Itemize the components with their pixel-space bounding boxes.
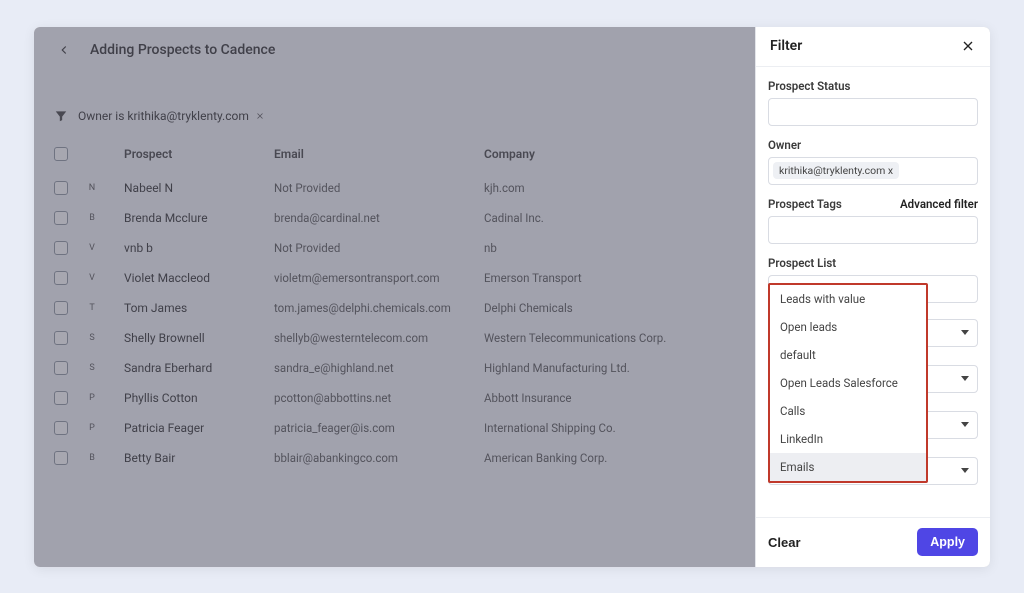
chevron-down-icon: [961, 468, 969, 473]
avatar-letter: T: [84, 300, 100, 316]
filter-panel: Filter Prospect Status Owner krithika@tr…: [755, 27, 990, 567]
prospect-name: Brenda Mcclure: [124, 211, 274, 225]
prospect-email: tom.james@delphi.chemicals.com: [274, 301, 484, 315]
chevron-left-icon: [57, 43, 71, 57]
avatar-letter: V: [84, 270, 100, 286]
dropdown-option[interactable]: Calls: [770, 397, 926, 425]
back-button[interactable]: [52, 38, 76, 62]
filter-panel-header: Filter: [756, 27, 990, 67]
avatar-letter: S: [84, 360, 100, 376]
dropdown-option[interactable]: Leads with value: [770, 285, 926, 313]
prospect-email: patricia_feager@is.com: [274, 421, 484, 435]
prospect-email: violetm@emersontransport.com: [274, 271, 484, 285]
row-checkbox[interactable]: [54, 241, 68, 255]
field-prospect-tags: Prospect Tags Advanced filter: [768, 197, 978, 244]
avatar-letter: N: [84, 180, 100, 196]
prospect-email: Not Provided: [274, 241, 484, 255]
dropdown-option[interactable]: LinkedIn: [770, 425, 926, 453]
row-checkbox[interactable]: [54, 301, 68, 315]
prospect-name: Shelly Brownell: [124, 331, 274, 345]
avatar-letter: B: [84, 210, 100, 226]
input-prospect-tags[interactable]: [768, 216, 978, 244]
chevron-down-icon: [961, 330, 969, 335]
dropdown-option[interactable]: Emails: [770, 453, 926, 481]
field-prospect-status: Prospect Status: [768, 79, 978, 126]
prospect-email: sandra_e@highland.net: [274, 361, 484, 375]
filter-panel-footer: Clear Apply: [756, 517, 990, 567]
avatar-letter: P: [84, 420, 100, 436]
apply-button[interactable]: Apply: [917, 528, 978, 556]
chevron-down-icon: [961, 422, 969, 427]
row-checkbox[interactable]: [54, 421, 68, 435]
filter-panel-title: Filter: [770, 38, 802, 54]
owner-tag-text: krithika@tryklenty.com x: [779, 164, 893, 177]
row-checkbox[interactable]: [54, 451, 68, 465]
avatar-letter: V: [84, 240, 100, 256]
prospect-list-dropdown[interactable]: Leads with valueOpen leadsdefaultOpen Le…: [768, 283, 928, 483]
col-prospect: Prospect: [124, 147, 274, 161]
label-prospect-status: Prospect Status: [768, 79, 978, 93]
prospect-email: brenda@cardinal.net: [274, 211, 484, 225]
close-icon[interactable]: [960, 38, 976, 54]
advanced-filter-link[interactable]: Advanced filter: [900, 197, 978, 211]
prospect-email: shellyb@westerntelecom.com: [274, 331, 484, 345]
select-all-checkbox[interactable]: [54, 147, 68, 161]
label-prospect-tags: Prospect Tags: [768, 197, 842, 211]
label-prospect-list: Prospect List: [768, 256, 978, 270]
dropdown-option[interactable]: Open Leads Salesforce: [770, 369, 926, 397]
prospect-name: Phyllis Cotton: [124, 391, 274, 405]
active-filter-chip[interactable]: Owner is krithika@tryklenty.com: [78, 109, 265, 123]
field-owner: Owner krithika@tryklenty.com x: [768, 138, 978, 185]
prospect-name: Betty Bair: [124, 451, 274, 465]
avatar-letter: P: [84, 390, 100, 406]
funnel-icon: [54, 109, 68, 123]
active-filter-text: Owner is krithika@tryklenty.com: [78, 109, 249, 123]
avatar-letter: B: [84, 450, 100, 466]
filter-panel-body: Prospect Status Owner krithika@tryklenty…: [756, 67, 990, 517]
row-checkbox[interactable]: [54, 331, 68, 345]
prospect-email: pcotton@abbottins.net: [274, 391, 484, 405]
row-checkbox[interactable]: [54, 211, 68, 225]
row-checkbox[interactable]: [54, 361, 68, 375]
page-title: Adding Prospects to Cadence: [90, 42, 275, 58]
row-checkbox[interactable]: [54, 181, 68, 195]
input-prospect-status[interactable]: [768, 98, 978, 126]
label-owner: Owner: [768, 138, 978, 152]
row-checkbox[interactable]: [54, 271, 68, 285]
row-checkbox[interactable]: [54, 391, 68, 405]
prospect-name: vnb b: [124, 241, 274, 255]
chevron-down-icon: [961, 376, 969, 381]
prospect-name: Tom James: [124, 301, 274, 315]
prospect-name: Patricia Feager: [124, 421, 274, 435]
prospect-email: bblair@abankingco.com: [274, 451, 484, 465]
col-email: Email: [274, 147, 484, 161]
dropdown-option[interactable]: Open leads: [770, 313, 926, 341]
prospect-name: Violet Maccleod: [124, 271, 274, 285]
app-frame: Adding Prospects to Cadence Owner is kri…: [34, 27, 990, 567]
remove-filter-icon[interactable]: [255, 111, 265, 121]
avatar-letter: S: [84, 330, 100, 346]
prospect-email: Not Provided: [274, 181, 484, 195]
prospect-name: Sandra Eberhard: [124, 361, 274, 375]
owner-tag[interactable]: krithika@tryklenty.com x: [773, 162, 899, 179]
prospect-name: Nabeel N: [124, 181, 274, 195]
clear-button[interactable]: Clear: [768, 535, 801, 550]
input-owner[interactable]: krithika@tryklenty.com x: [768, 157, 978, 185]
dropdown-option[interactable]: default: [770, 341, 926, 369]
